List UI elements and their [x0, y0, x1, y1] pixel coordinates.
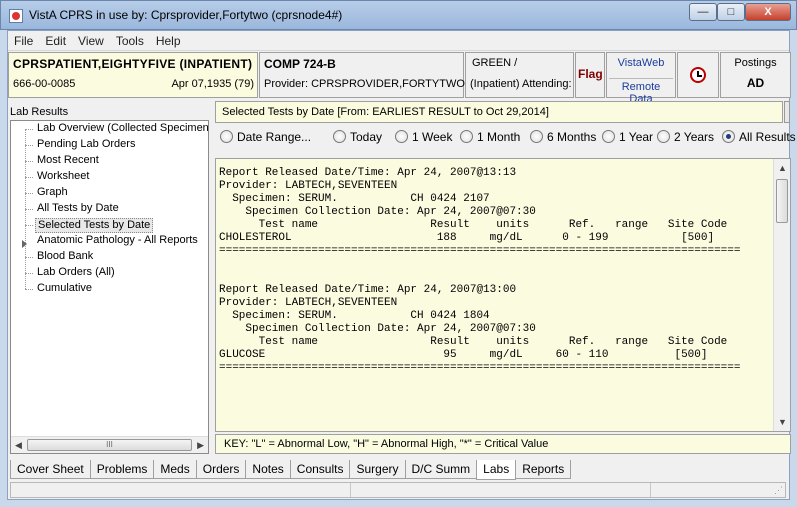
- encounter-button[interactable]: COMP 724-B Provider: CPRSPROVIDER,FORTYT…: [259, 52, 465, 98]
- scroll-thumb[interactable]: [776, 179, 788, 223]
- patient-name: CPRSPATIENT,EIGHTYFIVE (INPATIENT): [13, 57, 253, 71]
- tab-consults[interactable]: Consults: [289, 460, 351, 479]
- tree-item-lab-overview[interactable]: Lab Overview (Collected Specimens): [35, 122, 208, 137]
- postings-value: AD: [746, 76, 765, 90]
- tree-item-anatomic-pathology[interactable]: Anatomic Pathology - All Reports: [35, 234, 200, 249]
- title-scrollbar[interactable]: [784, 101, 790, 123]
- tab-reports[interactable]: Reports: [515, 460, 572, 479]
- radio-6-months[interactable]: 6 Months: [530, 130, 596, 144]
- close-button[interactable]: X: [745, 3, 791, 21]
- result-key: KEY: "L" = Abnormal Low, "H" = Abnormal …: [215, 434, 791, 454]
- menu-help[interactable]: Help: [150, 31, 187, 51]
- tab-surgery[interactable]: Surgery: [349, 460, 406, 479]
- title-bar[interactable]: VistA CPRS in use by: Cprsprovider,Forty…: [0, 0, 797, 30]
- menu-bar: File Edit View Tools Help: [8, 31, 789, 51]
- patient-dob: Apr 07,1935 (79): [171, 78, 254, 90]
- radio-icon: [395, 130, 408, 143]
- maximize-button[interactable]: □: [717, 3, 745, 21]
- radio-icon: [460, 130, 473, 143]
- location-name: COMP 724-B: [264, 57, 336, 71]
- chart-tabs: Cover Sheet Problems Meds Orders Notes Consul…: [10, 460, 572, 480]
- tab-problems[interactable]: Problems: [89, 460, 155, 479]
- tree-item-graph[interactable]: Graph: [35, 186, 70, 201]
- vistaweb-button[interactable]: VistaWeb: [609, 57, 673, 69]
- report-area[interactable]: Report Released Date/Time: Apr 24, 2007@…: [215, 158, 791, 432]
- lab-results-tree[interactable]: Lab Overview (Collected Specimens) Pendi…: [10, 120, 209, 454]
- radio-icon: [333, 130, 346, 143]
- team-name: GREEN /: [472, 57, 518, 69]
- tree-item-cumulative[interactable]: Cumulative: [35, 282, 94, 297]
- scroll-up-icon[interactable]: ▲: [778, 163, 787, 173]
- tab-meds[interactable]: Meds: [153, 460, 197, 479]
- tree-item-worksheet[interactable]: Worksheet: [35, 170, 91, 185]
- tree-horizontal-scrollbar[interactable]: ◀ III ▶: [11, 436, 208, 453]
- report-text: Report Released Date/Time: Apr 24, 2007@…: [219, 167, 741, 374]
- scroll-down-icon[interactable]: ▼: [778, 417, 787, 427]
- menu-file[interactable]: File: [8, 31, 39, 51]
- scroll-left-icon[interactable]: ◀: [15, 440, 22, 451]
- menu-tools[interactable]: Tools: [110, 31, 150, 51]
- tab-cover-sheet[interactable]: Cover Sheet: [10, 460, 91, 479]
- tab-dc-summ[interactable]: D/C Summ: [404, 460, 478, 479]
- tree-item-selected-tests-by-date[interactable]: Selected Tests by Date: [35, 218, 154, 233]
- radio-today[interactable]: Today: [333, 130, 382, 144]
- report-vertical-scrollbar[interactable]: ▲ ▼: [773, 159, 790, 431]
- vistaweb-panel: VistaWeb Remote Data: [606, 52, 676, 105]
- patient-info-button[interactable]: CPRSPATIENT,EIGHTYFIVE (INPATIENT) 666-0…: [8, 52, 258, 98]
- patient-ssn: 666-00-0085: [13, 78, 76, 90]
- report-title: Selected Tests by Date [From: EARLIEST R…: [215, 101, 783, 123]
- tab-orders[interactable]: Orders: [195, 460, 247, 479]
- postings-label: Postings: [734, 57, 777, 69]
- flag-button[interactable]: Flag: [575, 52, 605, 98]
- reminders-button[interactable]: [677, 52, 719, 98]
- postings-button[interactable]: Postings AD: [720, 52, 791, 98]
- radio-date-range[interactable]: Date Range...: [220, 130, 311, 144]
- resize-grip-icon[interactable]: ⋰: [774, 485, 783, 496]
- window-title: VistA CPRS in use by: Cprsprovider,Forty…: [29, 8, 343, 22]
- scroll-right-icon[interactable]: ▶: [197, 440, 204, 451]
- radio-icon: [530, 130, 543, 143]
- tree-item-pending-lab-orders[interactable]: Pending Lab Orders: [35, 138, 137, 153]
- radio-1-year[interactable]: 1 Year: [602, 130, 653, 144]
- radio-all-results[interactable]: All Results: [722, 130, 796, 144]
- menu-view[interactable]: View: [72, 31, 110, 51]
- date-range-radio-group: Date Range... Today 1 Week 1 Month 6 Mon…: [215, 127, 796, 149]
- tree-item-most-recent[interactable]: Most Recent: [35, 154, 101, 169]
- alarm-clock-icon: [690, 67, 706, 83]
- app-icon: [9, 9, 23, 23]
- radio-icon: [220, 130, 233, 143]
- attending-label: (Inpatient) Attending:: [470, 78, 572, 90]
- tree-item-lab-orders-all[interactable]: Lab Orders (All): [35, 266, 117, 281]
- radio-1-month[interactable]: 1 Month: [460, 130, 520, 144]
- provider-name: Provider: CPRSPROVIDER,FORTYTWO: [264, 78, 465, 90]
- radio-icon: [657, 130, 670, 143]
- status-bar: ⋰: [10, 482, 786, 498]
- tab-notes[interactable]: Notes: [245, 460, 291, 479]
- tree-item-all-tests-by-date[interactable]: All Tests by Date: [35, 202, 121, 217]
- radio-2-years[interactable]: 2 Years: [657, 130, 714, 144]
- minimize-button[interactable]: —: [689, 3, 717, 21]
- radio-icon: [602, 130, 615, 143]
- main-window: File Edit View Tools Help CPRSPATIENT,EIGHTY…: [7, 30, 796, 500]
- expand-arrow-icon[interactable]: [22, 240, 27, 248]
- menu-edit[interactable]: Edit: [39, 31, 72, 51]
- primary-care-button[interactable]: GREEN / (Inpatient) Attending:: [465, 52, 574, 98]
- flag-label: Flag: [578, 67, 603, 81]
- scroll-thumb[interactable]: III: [27, 439, 192, 451]
- tab-labs[interactable]: Labs: [476, 460, 517, 480]
- tree-title: Lab Results: [10, 106, 69, 118]
- tree-item-blood-bank[interactable]: Blood Bank: [35, 250, 95, 265]
- radio-selected-icon: [722, 130, 735, 143]
- radio-1-week[interactable]: 1 Week: [395, 130, 452, 144]
